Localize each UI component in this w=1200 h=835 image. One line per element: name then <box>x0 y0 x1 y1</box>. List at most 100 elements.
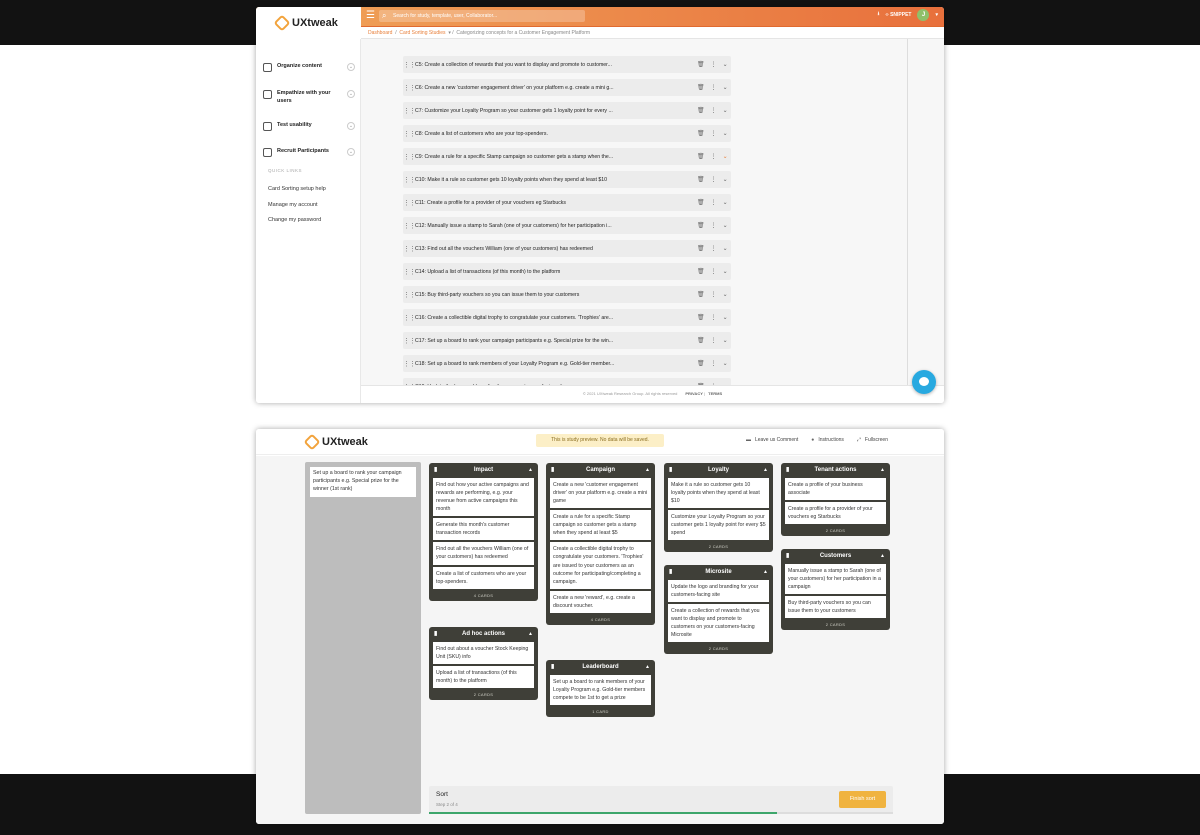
chevron-down-icon[interactable]: ⌄ <box>723 268 728 275</box>
category-customers[interactable]: ▮ Customers ▲ Manually issue a stamp to Sar… <box>781 549 890 631</box>
trash-icon[interactable]: 🗑 <box>697 107 705 114</box>
card-row[interactable]: ⋮⋮ C14: Upload a list of transactions (of… <box>403 263 731 280</box>
category-leaderboard[interactable]: ▮ Leaderboard ▲ Set up a board to rank memb… <box>546 660 655 718</box>
chevron-down-icon[interactable]: ⌄ <box>347 63 355 71</box>
more-icon[interactable]: ⋮ <box>711 314 717 321</box>
terms-link[interactable]: TERMS <box>708 391 722 396</box>
quick-link-change-password[interactable]: Change my password <box>268 217 321 223</box>
trash-icon[interactable]: ▮ <box>551 465 554 476</box>
trash-icon[interactable]: 🗑 <box>697 314 705 321</box>
sorted-card[interactable]: Generate this month's customer transacti… <box>433 518 534 541</box>
trash-icon[interactable]: 🗑 <box>697 61 705 68</box>
drag-handle-icon[interactable]: ⋮⋮ <box>403 176 416 184</box>
more-icon[interactable]: ⋮ <box>711 245 717 252</box>
quick-link-manage-account[interactable]: Manage my account <box>268 202 318 208</box>
collapse-icon[interactable]: ▲ <box>528 629 533 640</box>
category-loyalty[interactable]: ▮ Loyalty ▲ Make it a rule so customer gets… <box>664 463 773 553</box>
more-icon[interactable]: ⋮ <box>711 337 717 344</box>
chevron-down-icon[interactable]: ⌄ <box>723 337 728 344</box>
breadcrumb-card-sorting[interactable]: Card Sorting Studies <box>399 30 445 36</box>
chevron-down-icon[interactable]: ⌄ <box>723 176 728 183</box>
chevron-down-icon[interactable]: ⌄ <box>723 199 728 206</box>
sidebar-item-organize[interactable]: Organize content ⌄ <box>263 63 355 72</box>
collapse-icon[interactable]: ▲ <box>645 662 650 673</box>
sorted-card[interactable]: Upload a list of transactions (of this m… <box>433 666 534 689</box>
more-icon[interactable]: ⋮ <box>711 199 717 206</box>
sorted-card[interactable]: Create a list of customers who are your … <box>433 566 534 589</box>
drag-handle-icon[interactable]: ⋮⋮ <box>403 245 416 253</box>
sorted-card[interactable]: Buy third-party vouchers so you can issu… <box>785 596 886 619</box>
sorted-card[interactable]: Create a profile of your business associ… <box>785 478 886 501</box>
card-row[interactable]: ⋮⋮ C8: Create a list of customers who are… <box>403 125 731 142</box>
card-row[interactable]: ⋮⋮ C16: Create a collectible digital trop… <box>403 309 731 326</box>
collapse-icon[interactable]: ▲ <box>880 465 885 476</box>
collapse-icon[interactable]: ▲ <box>763 567 768 578</box>
category-campaign[interactable]: ▮ Campaign ▲ Create a new 'customer engagem… <box>546 463 655 625</box>
trash-icon[interactable]: 🗑 <box>697 337 705 344</box>
trash-icon[interactable]: ▮ <box>434 465 437 476</box>
app-logo[interactable]: UXtweak <box>256 7 361 39</box>
sorted-card[interactable]: Manually issue a stamp to Sarah (one of … <box>785 564 886 595</box>
drag-handle-icon[interactable]: ⋮⋮ <box>403 84 416 92</box>
category-tenant-actions[interactable]: ▮ Tenant actions ▲ Create a profile of your… <box>781 463 890 537</box>
chevron-down-icon[interactable]: ⌄ <box>723 245 728 252</box>
sorted-card[interactable]: Create a new 'reward', e.g. create a dis… <box>550 590 651 613</box>
global-search-input[interactable]: ⌕ Search for study, template, user, Colla… <box>379 10 585 22</box>
quick-link-setup-help[interactable]: Card Sorting setup help <box>268 186 326 192</box>
more-icon[interactable]: ⋮ <box>711 360 717 367</box>
card-row[interactable]: ⋮⋮ C6: Create a new 'customer engagement … <box>403 79 731 96</box>
privacy-link[interactable]: PRIVACY <box>685 391 702 396</box>
card-row[interactable]: ⋮⋮ C12: Manually issue a stamp to Sarah (… <box>403 217 731 234</box>
more-icon[interactable]: ⋮ <box>711 107 717 114</box>
drag-handle-icon[interactable]: ⋮⋮ <box>403 337 416 345</box>
sorted-card[interactable]: Make it a rule so customer gets 10 loyal… <box>668 478 769 509</box>
sorted-card[interactable]: Set up a board to rank members of your L… <box>550 675 651 706</box>
card-row[interactable]: ⋮⋮ C15: Buy third-party vouchers so you c… <box>403 286 731 303</box>
card-row[interactable]: ⋮⋮ C9: Create a rule for a specific Stamp… <box>403 148 731 165</box>
chevron-down-icon[interactable]: ⌄ <box>723 130 728 137</box>
trash-icon[interactable]: ▮ <box>786 551 789 562</box>
trash-icon[interactable]: 🗑 <box>697 176 705 183</box>
card-row[interactable]: ⋮⋮ C11: Create a profile for a provider o… <box>403 194 731 211</box>
more-icon[interactable]: ⋮ <box>711 130 717 137</box>
sorted-card[interactable]: Customize your Loyalty Program so your c… <box>668 510 769 541</box>
sorted-card[interactable]: Find out how your active campaigns and r… <box>433 478 534 517</box>
chevron-down-icon[interactable]: ⌄ <box>347 90 355 98</box>
sorted-card[interactable]: Create a collection of rewards that you … <box>668 604 769 643</box>
trash-icon[interactable]: 🗑 <box>697 360 705 367</box>
avatar[interactable]: J <box>917 9 930 21</box>
more-icon[interactable]: ⋮ <box>711 84 717 91</box>
chevron-down-icon[interactable]: ⌄ <box>723 314 728 321</box>
chevron-down-icon[interactable]: ⌄ <box>723 61 728 68</box>
drag-handle-icon[interactable]: ⋮⋮ <box>403 314 416 322</box>
drag-handle-icon[interactable]: ⋮⋮ <box>403 130 416 138</box>
instructions-button[interactable]: ● Instructions <box>811 437 844 443</box>
card-row[interactable]: ⋮⋮ C18: Set up a board to rank members of… <box>403 355 731 372</box>
card-row[interactable]: ⋮⋮ C13: Find out all the vouchers William… <box>403 240 731 257</box>
drag-handle-icon[interactable]: ⋮⋮ <box>403 291 416 299</box>
finish-sort-button[interactable]: Finish sort <box>839 791 886 808</box>
drag-handle-icon[interactable]: ⋮⋮ <box>403 153 416 161</box>
chevron-down-icon[interactable]: ⌄ <box>347 122 355 130</box>
chevron-down-icon[interactable]: ⌄ <box>723 291 728 298</box>
fullscreen-button[interactable]: ⤢ Fullscreen <box>857 437 888 443</box>
card-row[interactable]: ⋮⋮C19: Update the logo and branding for … <box>403 378 731 385</box>
pool-card[interactable]: Set up a board to rank your campaign par… <box>310 467 416 497</box>
more-icon[interactable]: ⋮ <box>711 268 717 275</box>
more-icon[interactable]: ⋮ <box>711 153 717 160</box>
more-icon[interactable]: ⋮ <box>711 291 717 298</box>
collapse-icon[interactable]: ▲ <box>528 465 533 476</box>
chevron-down-icon[interactable]: ⌄ <box>723 84 728 91</box>
sorted-card[interactable]: Create a profile for a provider of your … <box>785 502 886 525</box>
chevron-down-icon[interactable]: ▾ <box>935 12 938 18</box>
more-icon[interactable]: ⋮ <box>711 61 717 68</box>
collapse-icon[interactable]: ▲ <box>880 551 885 562</box>
sidebar-item-empathize[interactable]: Empathize with your users ⌄ <box>263 90 355 105</box>
category-microsite[interactable]: ▮ Microsite ▲ Update the logo and branding … <box>664 565 773 655</box>
trash-icon[interactable]: 🗑 <box>697 153 705 160</box>
card-row[interactable]: ⋮⋮ C10: Make it a rule so customer gets 1… <box>403 171 731 188</box>
sorted-card[interactable]: Update the logo and branding for your cu… <box>668 580 769 603</box>
card-row[interactable]: ⋮⋮ C17: Set up a board to rank your campa… <box>403 332 731 349</box>
trash-icon[interactable]: ▮ <box>669 465 672 476</box>
drag-handle-icon[interactable]: ⋮⋮ <box>403 268 416 276</box>
